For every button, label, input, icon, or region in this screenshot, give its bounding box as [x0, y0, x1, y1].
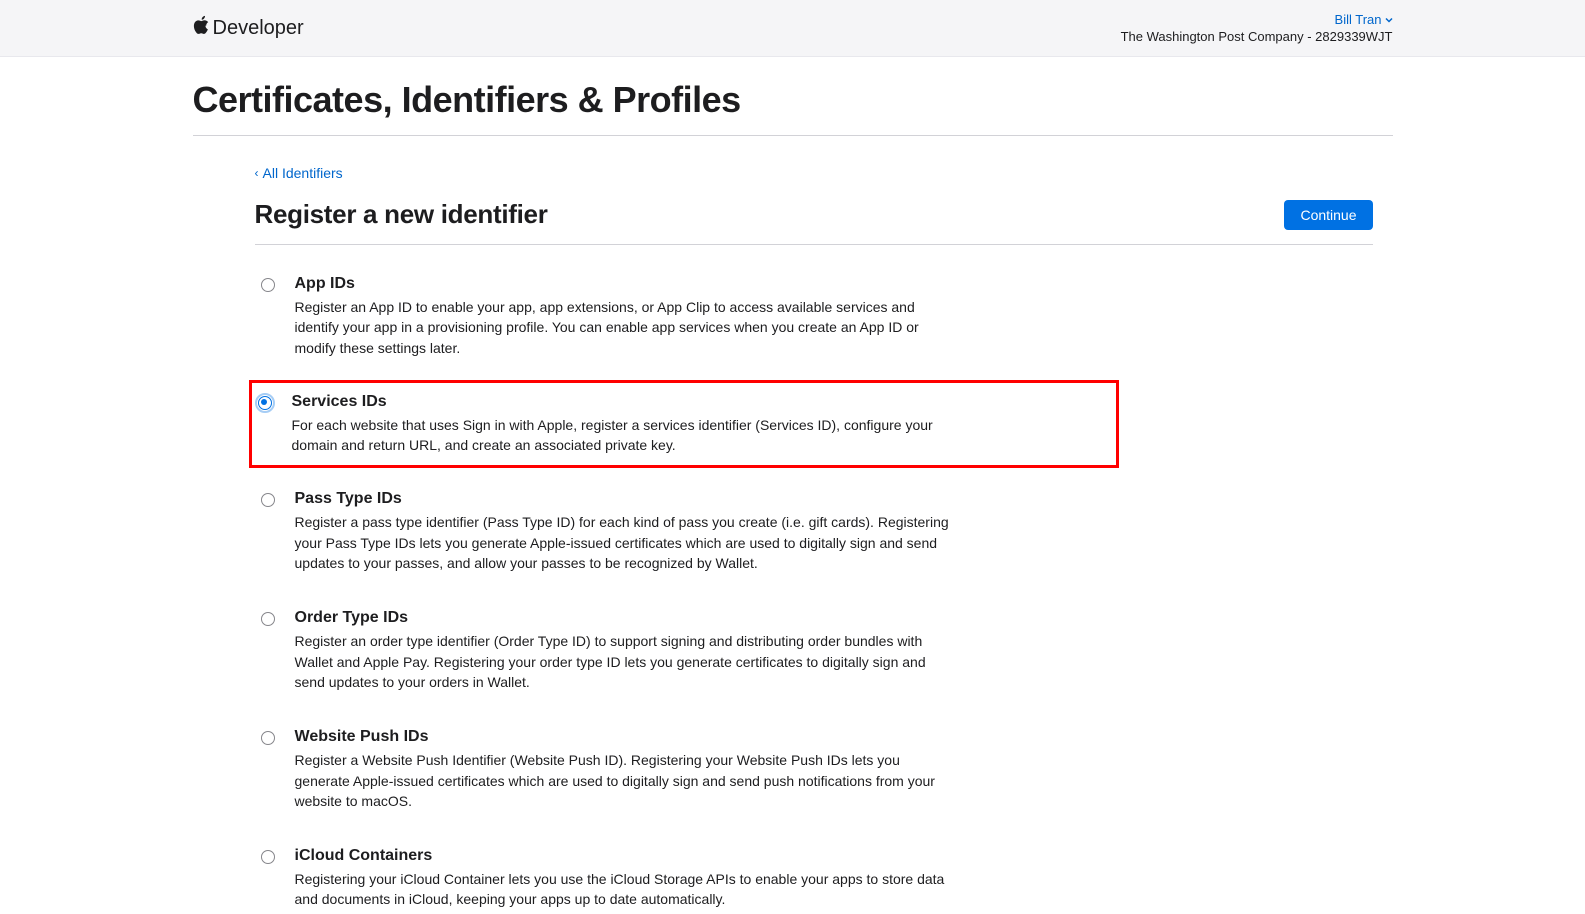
radio-order-type-ids[interactable] — [261, 612, 275, 626]
option-title: iCloud Containers — [295, 847, 955, 865]
breadcrumb-label: All Identifiers — [263, 165, 343, 181]
radio-pass-type-ids[interactable] — [261, 493, 275, 507]
account-name-dropdown[interactable]: Bill Tran — [1335, 12, 1393, 27]
brand-logo[interactable]: Developer — [193, 15, 304, 41]
account-org-text: The Washington Post Company - 2829339WJT — [1121, 29, 1393, 44]
option-description: Register an App ID to enable your app, a… — [295, 297, 955, 358]
option-title: Website Push IDs — [295, 728, 955, 746]
option-website-push-ids[interactable]: Website Push IDs Register a Website Push … — [255, 724, 1113, 815]
option-title: App IDs — [295, 275, 955, 293]
option-description: For each website that uses Sign in with … — [292, 415, 952, 456]
radio-app-ids[interactable] — [261, 278, 275, 292]
option-description: Register a Website Push Identifier (Webs… — [295, 750, 955, 811]
option-icloud-containers[interactable]: iCloud Containers Registering your iCloud… — [255, 843, 1113, 914]
option-pass-type-ids[interactable]: Pass Type IDs Register a pass type identi… — [255, 486, 1113, 577]
radio-website-push-ids[interactable] — [261, 731, 275, 745]
page-title: Certificates, Identifiers & Profiles — [193, 57, 1393, 136]
option-description: Register a pass type identifier (Pass Ty… — [295, 512, 955, 573]
radio-icloud-containers[interactable] — [261, 850, 275, 864]
breadcrumb-all-identifiers[interactable]: ‹ All Identifiers — [255, 165, 343, 181]
option-content: Pass Type IDs Register a pass type identi… — [295, 490, 955, 573]
option-content: Website Push IDs Register a Website Push … — [295, 728, 955, 811]
identifier-type-list: App IDs Register an App ID to enable your… — [255, 271, 1373, 914]
top-header: Developer Bill Tran The Washington Post … — [0, 0, 1585, 57]
option-title: Pass Type IDs — [295, 490, 955, 508]
option-services-ids[interactable]: Services IDs For each website that uses S… — [249, 380, 1119, 469]
option-app-ids[interactable]: App IDs Register an App ID to enable your… — [255, 271, 1113, 362]
chevron-left-icon: ‹ — [255, 166, 259, 180]
option-title: Services IDs — [292, 393, 952, 411]
option-title: Order Type IDs — [295, 609, 955, 627]
radio-services-ids[interactable] — [258, 396, 272, 410]
option-content: Services IDs For each website that uses S… — [292, 393, 952, 456]
brand-text: Developer — [213, 17, 304, 40]
continue-button[interactable]: Continue — [1284, 200, 1372, 230]
option-description: Registering your iCloud Container lets y… — [295, 869, 955, 910]
option-order-type-ids[interactable]: Order Type IDs Register an order type ide… — [255, 605, 1113, 696]
apple-icon — [193, 15, 209, 41]
option-content: Order Type IDs Register an order type ide… — [295, 609, 955, 692]
option-description: Register an order type identifier (Order… — [295, 631, 955, 692]
option-content: App IDs Register an App ID to enable your… — [295, 275, 955, 358]
sub-title: Register a new identifier — [255, 199, 548, 230]
option-content: iCloud Containers Registering your iCloud… — [295, 847, 955, 910]
account-name-text: Bill Tran — [1335, 12, 1382, 27]
chevron-down-icon — [1385, 12, 1393, 27]
account-block: Bill Tran The Washington Post Company - … — [1121, 12, 1393, 44]
